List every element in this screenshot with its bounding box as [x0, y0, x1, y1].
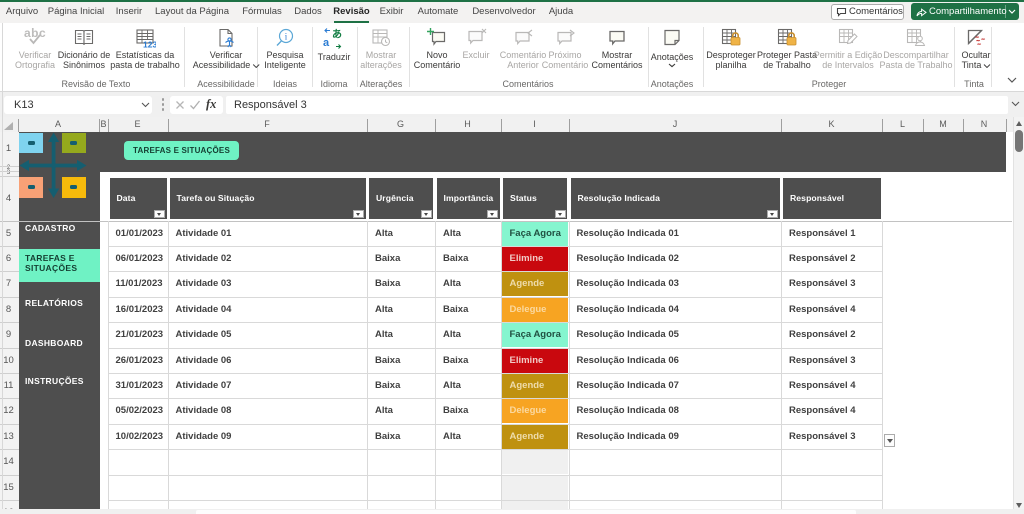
svg-text:123: 123 — [143, 40, 156, 50]
svg-text:a: a — [323, 37, 330, 49]
svg-text:あ: あ — [332, 28, 342, 41]
